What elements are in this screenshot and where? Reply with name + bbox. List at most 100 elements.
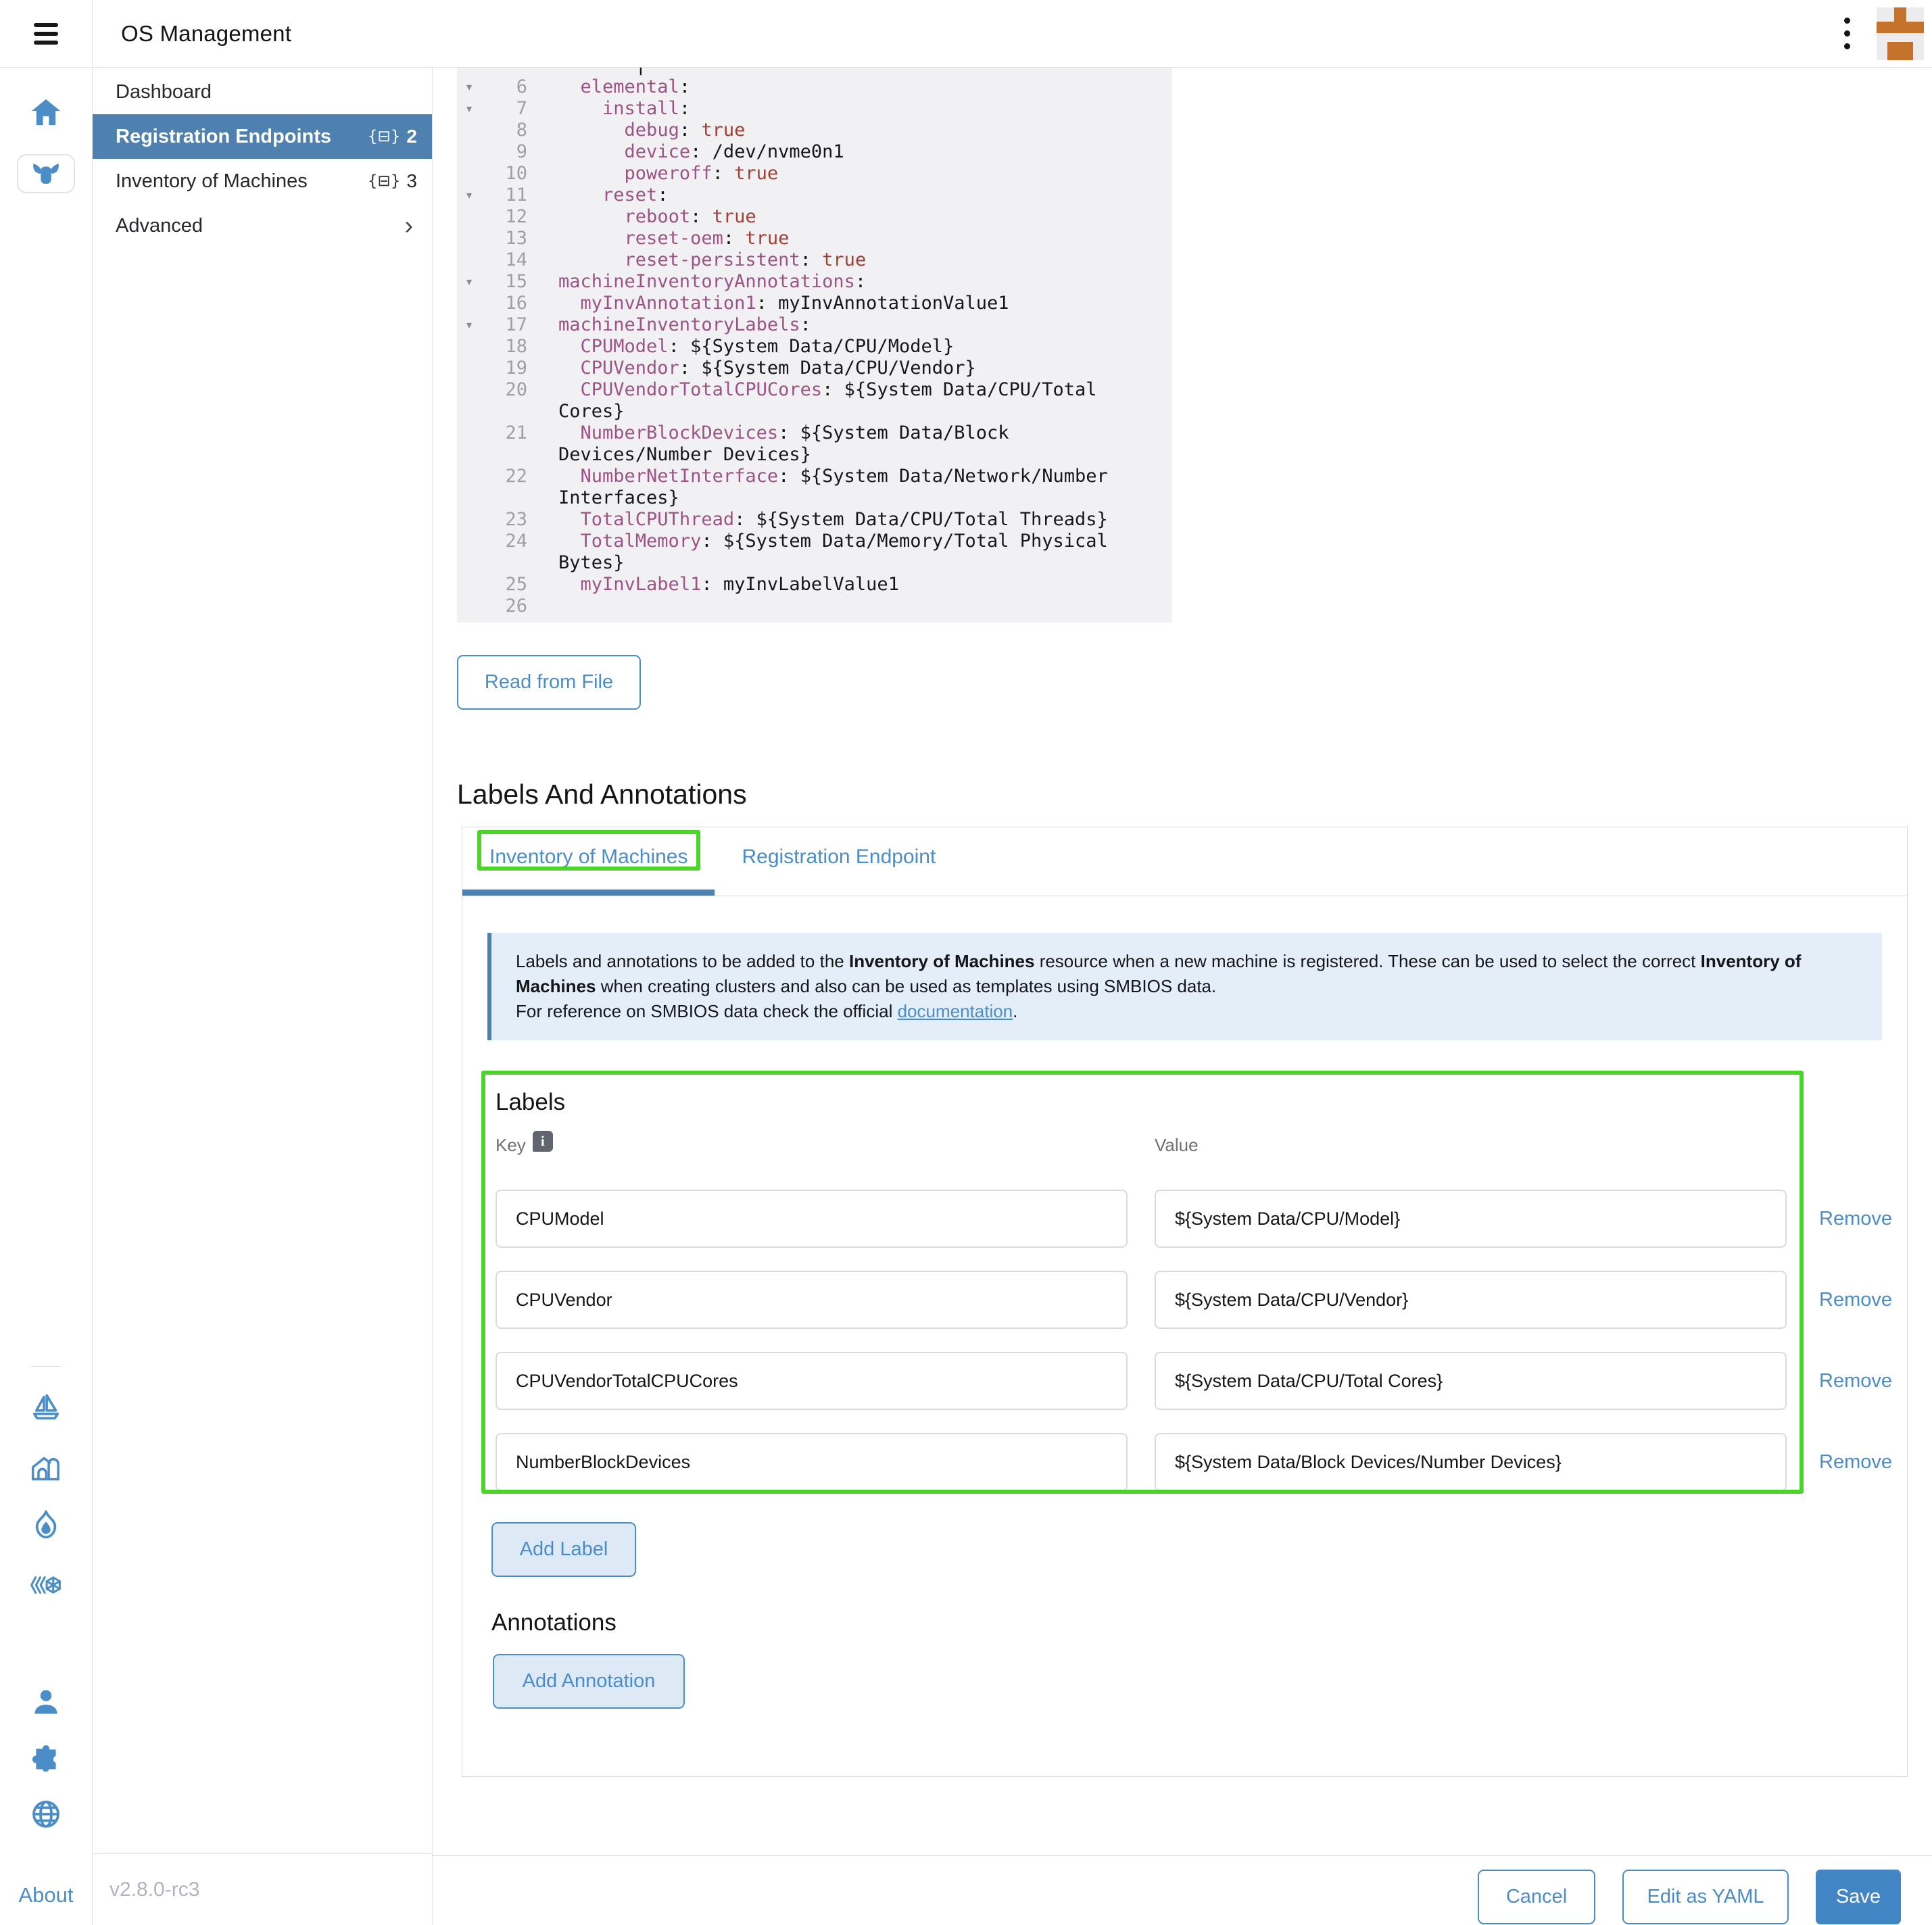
read-from-file-button[interactable]: Read from File [457,655,641,710]
chevron-right-icon: › [404,213,417,239]
code-line: 19 CPUVendor: ${System Data/CPU/Vendor} [457,358,1172,379]
label-row: Remove [496,1433,1882,1491]
fold-gutter [457,531,481,574]
gutter-space [527,185,558,206]
main-content: |▾6 elemental:▾7 install:8 debug: true9 … [433,68,1932,1925]
labels-annotations-heading: Labels And Annotations [457,779,1932,810]
code-text: CPUVendor: ${System Data/CPU/Vendor} [558,358,1172,379]
wheat-icon[interactable] [29,1574,63,1597]
puzzle-icon[interactable] [30,1743,62,1774]
nav-item-inventory-of-machines[interactable]: Inventory of Machines{⊟}3 [93,159,432,203]
code-text: install: [558,98,1172,120]
fold-arrow-icon[interactable]: ▾ [457,314,481,336]
info-icon[interactable]: i [533,1131,553,1152]
nav-item-registration-endpoints[interactable]: Registration Endpoints{⊟}2 [93,114,432,159]
resource-count: 3 [406,170,417,192]
fold-gutter [457,120,481,141]
cancel-button[interactable]: Cancel [1478,1870,1595,1924]
remove-label-button[interactable]: Remove [1819,1208,1892,1229]
code-text: debug: true [558,120,1172,141]
fold-gutter [457,249,481,271]
gutter-space [527,422,558,466]
remove-label-button[interactable]: Remove [1819,1370,1892,1392]
gutter-space [527,271,558,293]
globe-icon[interactable] [30,1798,62,1830]
barn-icon[interactable] [30,1453,62,1482]
line-number: 16 [481,293,527,314]
os-management-nav-button[interactable] [17,154,75,193]
label-key-input[interactable] [496,1271,1128,1329]
fold-gutter [457,466,481,509]
label-key-input[interactable] [496,1433,1128,1491]
documentation-link[interactable]: documentation [898,1001,1013,1021]
edit-as-yaml-button[interactable]: Edit as YAML [1622,1870,1789,1924]
label-value-input[interactable] [1155,1433,1787,1491]
tab-registration-endpoint[interactable]: Registration Endpoint [715,827,963,896]
main-menu-button[interactable] [0,0,93,67]
hamburger-icon [34,18,58,49]
gutter-space [527,76,558,98]
flame-icon[interactable] [30,1509,62,1541]
fold-arrow-icon[interactable]: ▾ [457,76,481,98]
remove-label-button[interactable]: Remove [1819,1451,1892,1473]
fold-gutter [457,163,481,185]
code-text: myInvLabel1: myInvLabelValue1 [558,574,1172,595]
labels-section: Labels Key i Value RemoveRemoveRemoveRem… [487,1089,1882,1491]
secondary-nav: DashboardRegistration Endpoints{⊟}2Inven… [93,68,433,1925]
nav-item-label: Inventory of Machines [116,170,368,193]
nav-item-dashboard[interactable]: Dashboard [93,70,432,114]
gutter-space [527,98,558,120]
user-icon[interactable] [30,1687,62,1718]
banner-text: Labels and annotations to be added to th… [516,949,1858,999]
tab-inventory-of-machines[interactable]: Inventory of Machines [462,827,715,896]
label-value-input[interactable] [1155,1190,1787,1248]
line-number: 18 [481,336,527,358]
yaml-code-editor[interactable]: |▾6 elemental:▾7 install:8 debug: true9 … [457,68,1172,623]
label-value-input[interactable] [1155,1352,1787,1410]
gutter-space [527,336,558,358]
remove-label-button[interactable]: Remove [1819,1289,1892,1311]
fold-gutter [457,595,481,617]
line-number: 13 [481,228,527,249]
remove-cell: Remove [1787,1208,1892,1230]
code-line: | [457,68,1172,76]
code-text: device: /dev/nvme0n1 [558,141,1172,163]
gutter-space [527,314,558,336]
gutter-space [527,228,558,249]
code-line: 9 device: /dev/nvme0n1 [457,141,1172,163]
save-button[interactable]: Save [1816,1870,1901,1924]
fold-gutter [457,336,481,358]
nav-item-advanced[interactable]: Advanced› [93,203,432,248]
kebab-menu-icon[interactable] [1827,10,1867,57]
code-line: 8 debug: true [457,120,1172,141]
code-text: TotalMemory: ${System Data/Memory/Total … [558,531,1172,574]
fold-arrow-icon[interactable]: ▾ [457,98,481,120]
code-text: reboot: true [558,206,1172,228]
code-line: 26 [457,595,1172,617]
nav-item-label: Dashboard [116,81,417,103]
add-label-button[interactable]: Add Label [491,1522,636,1577]
label-row: Remove [496,1190,1882,1248]
code-line: ▾7 install: [457,98,1172,120]
fold-arrow-icon[interactable]: ▾ [457,271,481,293]
gutter-space [527,574,558,595]
fold-arrow-icon[interactable]: ▾ [457,185,481,206]
label-key-input[interactable] [496,1190,1128,1248]
resource-count-icon: {⊟} [368,128,401,145]
add-annotation-button[interactable]: Add Annotation [493,1654,685,1709]
label-key-input[interactable] [496,1352,1128,1410]
about-link[interactable]: About [18,1883,73,1907]
label-value-input[interactable] [1155,1271,1787,1329]
info-banner: Labels and annotations to be added to th… [487,933,1882,1040]
rancher-logo[interactable] [1877,7,1924,60]
value-column-header: Value [1155,1135,1787,1156]
code-line: 12 reboot: true [457,206,1172,228]
app-header: OS Management [0,0,1932,68]
gutter-space [527,379,558,422]
remove-cell: Remove [1787,1370,1892,1392]
sailboat-icon[interactable] [30,1392,62,1423]
home-icon[interactable] [30,97,62,127]
line-number: 22 [481,466,527,509]
code-line: 10 poweroff: true [457,163,1172,185]
gutter-space [527,163,558,185]
